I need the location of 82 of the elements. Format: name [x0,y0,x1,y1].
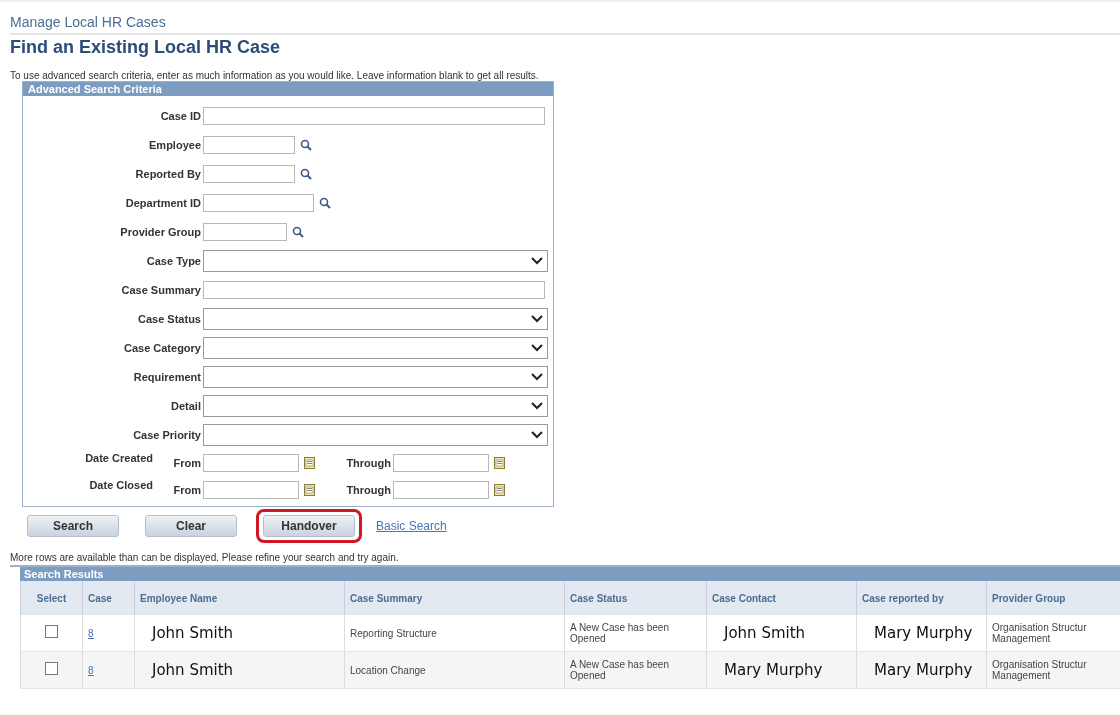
table-cell-text: Location Change [350,664,427,676]
column-header: Provider Group [986,581,1120,615]
field-label: From [172,483,202,496]
column-header: Case Summary [344,581,565,615]
search-icon[interactable] [300,138,312,151]
field-label: Requirement [132,370,202,383]
field-label: Detail [170,399,202,412]
field-label: Case ID [159,109,202,122]
field-label: Case Summary [120,283,202,296]
table-cell-text: A New Case has been Opened [570,622,670,644]
page-title: Find an Existing Local HR Case [10,37,282,58]
breadcrumb: Manage Local HR Cases [10,14,1120,35]
input-field[interactable] [203,164,295,183]
column-header: Case [82,581,135,615]
table-cell-text: John Smith [150,624,234,642]
search-icon[interactable] [319,196,331,209]
search-icon[interactable] [300,167,312,180]
case-link[interactable]: 8 [88,628,94,639]
notice-text: More rows are available than can be displayed. Please refine your search and try again. [10,552,400,563]
table-cell-text: John Smith [722,624,806,642]
chevron-down-icon [531,372,543,381]
field-label: Case Status [137,312,202,325]
panel-header: Advanced Search Criteria [23,82,553,96]
field-label: Provider Group [119,225,202,238]
action-button[interactable]: Handover [263,515,355,537]
field-label: Case Type [145,254,202,267]
table-cell-text: Mary Murphy [873,624,973,642]
chevron-down-icon [531,401,543,410]
calendar-icon[interactable] [494,483,505,496]
field-label: From [172,456,202,469]
results-header: Search Results [20,567,1120,581]
calendar-icon[interactable] [304,456,315,469]
field-label: Employee [148,138,202,151]
table-cell-text: A New Case has been Opened [570,659,670,681]
input-field[interactable] [203,222,287,241]
table-cell-text: Mary Murphy [873,661,973,679]
table-cell-text: Organisation Structur Management [992,659,1088,681]
column-header: Case Contact [706,581,857,615]
select-checkbox[interactable] [45,662,58,675]
field-label: Through [345,483,392,496]
table-cell-text: Reporting Structure [350,627,438,639]
field-label: Department ID [124,196,202,209]
table-cell-text: John Smith [150,661,234,679]
input-field[interactable] [203,106,545,125]
case-link[interactable]: 8 [88,665,94,676]
dropdown-field[interactable] [203,394,548,417]
date-field[interactable] [203,453,299,472]
input-field[interactable] [203,135,295,154]
field-label: Case Category [122,341,202,354]
calendar-icon[interactable] [494,456,505,469]
dropdown-field[interactable] [203,249,548,272]
field-label: Date Created [84,452,153,464]
dropdown-field[interactable] [203,423,548,446]
dropdown-field[interactable] [203,365,548,388]
chevron-down-icon [531,343,543,352]
date-field[interactable] [393,480,489,499]
date-field[interactable] [203,480,299,499]
table-cell-text: Mary Murphy [723,661,823,679]
field-label: Case Priority [132,428,202,441]
column-header: Case reported by [856,581,987,615]
field-label: Reported By [134,167,202,180]
chevron-down-icon [531,256,543,265]
dropdown-field[interactable] [203,336,548,359]
field-label: Date Closed [88,479,153,491]
chevron-down-icon [531,314,543,323]
action-button[interactable]: Search [27,515,119,537]
dropdown-field[interactable] [203,307,548,330]
column-header: Select [20,581,83,615]
input-field[interactable] [203,193,314,212]
basic-search-link[interactable]: Basic Search [376,519,447,533]
instructions: To use advanced search criteria, enter as much information as you would like. Leave information blank to get all results. [10,70,540,81]
select-checkbox[interactable] [45,625,58,638]
field-label: Through [345,456,392,469]
action-button[interactable]: Clear [145,515,237,537]
calendar-icon[interactable] [304,483,315,496]
column-header: Case Status [564,581,707,615]
chevron-down-icon [531,430,543,439]
column-header: Employee Name [134,581,345,615]
table-cell-text: Organisation Structur Management [992,622,1088,644]
input-field[interactable] [203,280,545,299]
search-icon[interactable] [292,225,304,238]
date-field[interactable] [393,453,489,472]
